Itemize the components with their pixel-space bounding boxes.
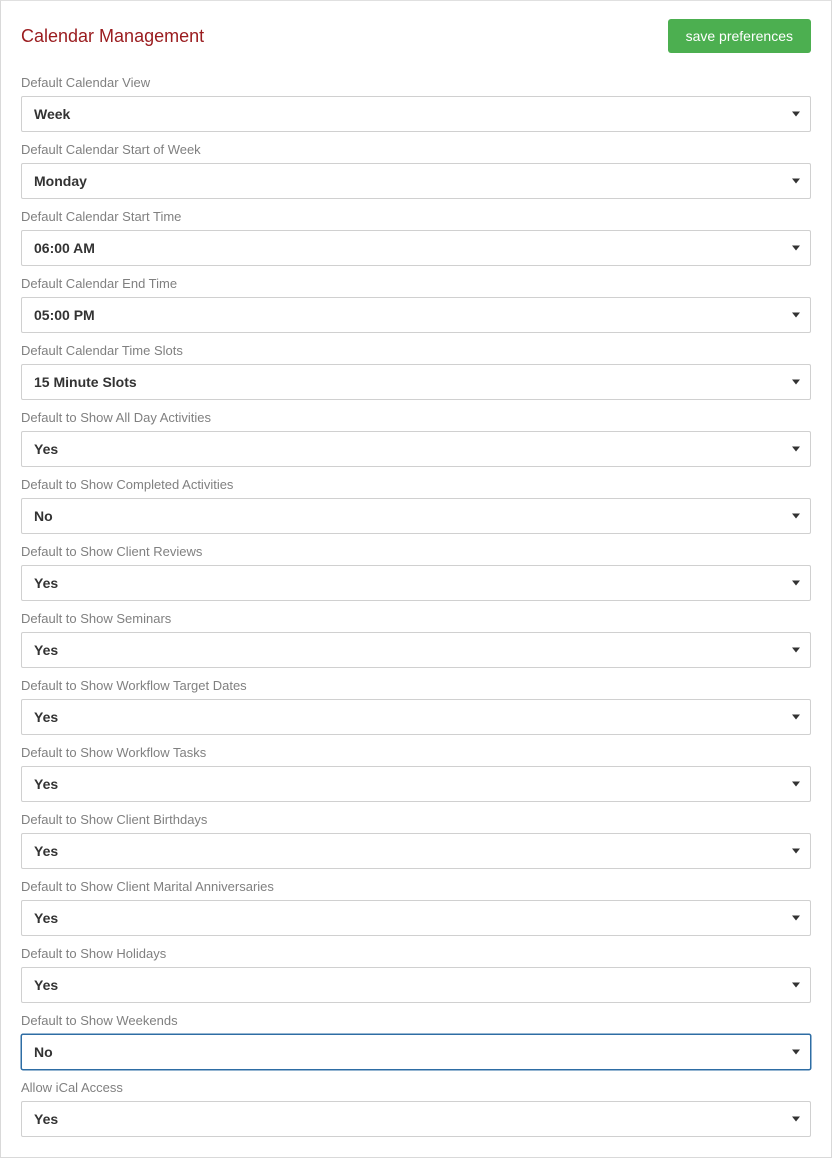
- field-default-start-of-week: Default Calendar Start of Week Monday: [21, 142, 811, 199]
- field-default-end-time: Default Calendar End Time 05:00 PM: [21, 276, 811, 333]
- field-label: Default Calendar Start of Week: [21, 142, 811, 157]
- chevron-down-icon: [792, 715, 800, 720]
- field-default-start-time: Default Calendar Start Time 06:00 AM: [21, 209, 811, 266]
- field-label: Default Calendar View: [21, 75, 811, 90]
- chevron-down-icon: [792, 313, 800, 318]
- select-default-calendar-view[interactable]: Week: [21, 96, 811, 132]
- select-default-start-of-week[interactable]: Monday: [21, 163, 811, 199]
- chevron-down-icon: [792, 179, 800, 184]
- chevron-down-icon: [792, 581, 800, 586]
- chevron-down-icon: [792, 1117, 800, 1122]
- chevron-down-icon: [792, 246, 800, 251]
- field-show-seminars: Default to Show Seminars Yes: [21, 611, 811, 668]
- select-value: Yes: [34, 709, 58, 725]
- chevron-down-icon: [792, 1050, 800, 1055]
- select-value: Yes: [34, 776, 58, 792]
- select-value: 06:00 AM: [34, 240, 95, 256]
- field-label: Default to Show Seminars: [21, 611, 811, 626]
- calendar-management-panel: Calendar Management save preferences Def…: [0, 0, 832, 1158]
- field-label: Default Calendar Time Slots: [21, 343, 811, 358]
- field-label: Allow iCal Access: [21, 1080, 811, 1095]
- chevron-down-icon: [792, 380, 800, 385]
- chevron-down-icon: [792, 916, 800, 921]
- chevron-down-icon: [792, 983, 800, 988]
- select-show-client-reviews[interactable]: Yes: [21, 565, 811, 601]
- select-value: Yes: [34, 642, 58, 658]
- chevron-down-icon: [792, 782, 800, 787]
- field-show-all-day-activities: Default to Show All Day Activities Yes: [21, 410, 811, 467]
- field-show-workflow-tasks: Default to Show Workflow Tasks Yes: [21, 745, 811, 802]
- select-value: Week: [34, 106, 70, 122]
- chevron-down-icon: [792, 514, 800, 519]
- select-show-marital-anniversaries[interactable]: Yes: [21, 900, 811, 936]
- select-value: Yes: [34, 977, 58, 993]
- select-show-holidays[interactable]: Yes: [21, 967, 811, 1003]
- panel-header: Calendar Management save preferences: [1, 1, 831, 59]
- field-label: Default to Show Workflow Tasks: [21, 745, 811, 760]
- select-value: Yes: [34, 910, 58, 926]
- select-default-start-time[interactable]: 06:00 AM: [21, 230, 811, 266]
- field-label: Default to Show All Day Activities: [21, 410, 811, 425]
- select-value: 15 Minute Slots: [34, 374, 137, 390]
- field-show-completed-activities: Default to Show Completed Activities No: [21, 477, 811, 534]
- field-default-calendar-view: Default Calendar View Week: [21, 75, 811, 132]
- select-show-seminars[interactable]: Yes: [21, 632, 811, 668]
- select-value: Yes: [34, 441, 58, 457]
- field-default-time-slots: Default Calendar Time Slots 15 Minute Slo…: [21, 343, 811, 400]
- field-label: Default to Show Completed Activities: [21, 477, 811, 492]
- field-allow-ical-access: Allow iCal Access Yes: [21, 1080, 811, 1137]
- chevron-down-icon: [792, 849, 800, 854]
- field-show-marital-anniversaries: Default to Show Client Marital Anniversa…: [21, 879, 811, 936]
- field-label: Default to Show Weekends: [21, 1013, 811, 1028]
- field-show-holidays: Default to Show Holidays Yes: [21, 946, 811, 1003]
- select-value: Monday: [34, 173, 87, 189]
- select-show-all-day-activities[interactable]: Yes: [21, 431, 811, 467]
- field-label: Default to Show Workflow Target Dates: [21, 678, 811, 693]
- select-show-weekends[interactable]: No: [21, 1034, 811, 1070]
- select-value: 05:00 PM: [34, 307, 95, 323]
- select-show-workflow-target-dates[interactable]: Yes: [21, 699, 811, 735]
- field-show-workflow-target-dates: Default to Show Workflow Target Dates Yes: [21, 678, 811, 735]
- select-value: No: [34, 508, 53, 524]
- select-allow-ical-access[interactable]: Yes: [21, 1101, 811, 1137]
- select-show-client-birthdays[interactable]: Yes: [21, 833, 811, 869]
- field-label: Default to Show Client Birthdays: [21, 812, 811, 827]
- chevron-down-icon: [792, 648, 800, 653]
- field-label: Default Calendar End Time: [21, 276, 811, 291]
- page-title: Calendar Management: [21, 26, 204, 47]
- select-show-workflow-tasks[interactable]: Yes: [21, 766, 811, 802]
- select-value: Yes: [34, 843, 58, 859]
- select-default-end-time[interactable]: 05:00 PM: [21, 297, 811, 333]
- chevron-down-icon: [792, 112, 800, 117]
- field-show-client-reviews: Default to Show Client Reviews Yes: [21, 544, 811, 601]
- save-preferences-button[interactable]: save preferences: [668, 19, 811, 53]
- select-value: Yes: [34, 575, 58, 591]
- field-label: Default to Show Client Marital Anniversa…: [21, 879, 811, 894]
- select-default-time-slots[interactable]: 15 Minute Slots: [21, 364, 811, 400]
- field-label: Default Calendar Start Time: [21, 209, 811, 224]
- field-label: Default to Show Client Reviews: [21, 544, 811, 559]
- field-show-client-birthdays: Default to Show Client Birthdays Yes: [21, 812, 811, 869]
- select-value: Yes: [34, 1111, 58, 1127]
- field-label: Default to Show Holidays: [21, 946, 811, 961]
- select-value: No: [34, 1044, 53, 1060]
- fields-container: Default Calendar ViewWeekDefault Calenda…: [1, 59, 831, 1157]
- select-show-completed-activities[interactable]: No: [21, 498, 811, 534]
- chevron-down-icon: [792, 447, 800, 452]
- field-show-weekends: Default to Show Weekends No: [21, 1013, 811, 1070]
